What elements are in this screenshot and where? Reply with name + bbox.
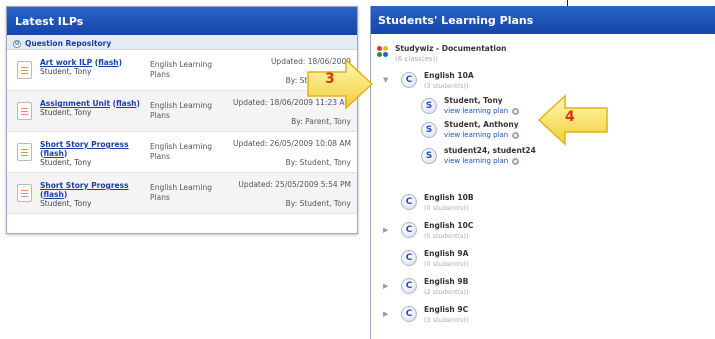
- tree-class-english-9a[interactable]: C English 9A (0 student(s)): [371, 248, 711, 272]
- student-name: Student, Anthony: [444, 120, 519, 129]
- view-learning-plan-label[interactable]: view learning plan: [444, 131, 508, 139]
- ilp-title: Short Story Progress (flash) Student, To…: [40, 140, 140, 167]
- class-count: (0 student(s)): [424, 204, 469, 212]
- ilp-category: English Learning Plans: [150, 142, 213, 161]
- class-count: (3 student(s)): [424, 82, 469, 90]
- class-count: (2 student(s)): [424, 288, 469, 296]
- class-icon: C: [401, 72, 417, 88]
- latest-ilps-panel: Latest ILPs ⊖ Question Repository Art wo…: [6, 6, 358, 234]
- tree-class-english-9c[interactable]: ▶ C English 9C (3 student(s)): [371, 304, 711, 328]
- ilp-category: English Learning Plans: [150, 60, 213, 79]
- class-icon: C: [401, 278, 417, 294]
- question-repository-toggle[interactable]: ⊖ Question Repository: [7, 35, 357, 50]
- ilp-title-link[interactable]: Art work ILP: [40, 58, 92, 67]
- class-name[interactable]: English 10A: [424, 71, 474, 80]
- expand-arrow-icon[interactable]: ▶: [383, 282, 391, 290]
- view-learning-plan-link[interactable]: view learning plan: [444, 131, 520, 139]
- view-learning-plan-label[interactable]: view learning plan: [444, 107, 508, 115]
- ilp-title: Art work ILP (flash) Student, Tony: [40, 58, 140, 76]
- class-name[interactable]: English 9C: [424, 305, 468, 314]
- student-icon: S: [421, 148, 437, 164]
- flash-link[interactable]: flash: [98, 58, 118, 67]
- root-count: (6 class(es)): [395, 55, 438, 63]
- callout-arrow-3: [307, 58, 374, 110]
- class-icon: C: [401, 194, 417, 210]
- collapse-icon[interactable]: ⊖: [13, 39, 21, 48]
- view-learning-plan-link[interactable]: view learning plan: [444, 157, 520, 165]
- ilp-category: English Learning Plans: [150, 101, 213, 120]
- tree-student: S student24, student24 view learning pla…: [371, 146, 711, 170]
- ilp-row: Assignment Unit (flash) Student, Tony En…: [7, 91, 357, 132]
- class-name[interactable]: English 9B: [424, 277, 468, 286]
- ilp-title-link[interactable]: Short Story Progress: [40, 181, 129, 190]
- document-icon: [17, 102, 32, 120]
- ilp-author: Student, Tony: [40, 67, 92, 76]
- flash-link[interactable]: flash: [43, 190, 63, 199]
- expand-arrow-icon[interactable]: ▼: [383, 76, 391, 84]
- class-icon: C: [401, 250, 417, 266]
- tree-class-english-10a[interactable]: ▼ C English 10A (3 student(s)): [371, 70, 711, 94]
- ilp-title: Assignment Unit (flash) Student, Tony: [40, 99, 140, 117]
- expand-arrow-icon[interactable]: ▶: [383, 310, 391, 318]
- ilp-category: English Learning Plans: [150, 183, 213, 202]
- go-arrow-icon[interactable]: [512, 131, 520, 139]
- class-count: (0 student(s)): [424, 260, 469, 268]
- ilp-author: Student, Tony: [40, 199, 92, 208]
- document-icon: [17, 143, 32, 161]
- class-name[interactable]: English 10C: [424, 221, 473, 230]
- callout-number-4: 4: [565, 109, 575, 125]
- class-icon: C: [401, 222, 417, 238]
- students-learning-plans-header: Students' Learning Plans: [371, 6, 715, 34]
- class-name[interactable]: English 9A: [424, 249, 468, 258]
- ilp-updated-by: By: Student, Tony: [285, 158, 351, 167]
- student-name: student24, student24: [444, 146, 536, 155]
- go-arrow-icon[interactable]: [512, 157, 520, 165]
- ilp-author: Student, Tony: [40, 108, 92, 117]
- view-learning-plan-label[interactable]: view learning plan: [444, 157, 508, 165]
- view-learning-plan-link[interactable]: view learning plan: [444, 107, 520, 115]
- flash-link[interactable]: flash: [116, 99, 136, 108]
- class-name[interactable]: English 10B: [424, 193, 474, 202]
- root-name: Studywiz - Documentation: [395, 44, 507, 53]
- studywiz-logo-icon: [377, 46, 389, 58]
- class-icon: C: [401, 306, 417, 322]
- ilp-author: Student, Tony: [40, 158, 92, 167]
- ilp-title-link[interactable]: Short Story Progress: [40, 140, 129, 149]
- class-count: (3 student(s)): [424, 316, 469, 324]
- ilp-row: Short Story Progress (flash) Student, To…: [7, 132, 357, 173]
- students-learning-plans-panel: Students' Learning Plans Studywiz - Docu…: [370, 6, 715, 339]
- flash-link[interactable]: flash: [43, 149, 63, 158]
- ilp-updated-by: By: Parent, Tony: [291, 117, 351, 126]
- expand-arrow-icon[interactable]: ▶: [383, 226, 391, 234]
- ilp-title: Short Story Progress (flash) Student, To…: [40, 181, 140, 208]
- ilp-row: Art work ILP (flash) Student, Tony Engli…: [7, 50, 357, 91]
- class-count: (5 student(s)): [424, 232, 469, 240]
- latest-ilps-header: Latest ILPs: [7, 7, 357, 35]
- student-icon: S: [421, 98, 437, 114]
- ilp-updated: Updated: 26/05/2009 10:08 AM: [232, 139, 351, 148]
- document-icon: [17, 184, 32, 202]
- question-repository-label: Question Repository: [25, 39, 112, 48]
- document-icon: [17, 61, 32, 79]
- ilp-updated-by: By: Student, Tony: [285, 199, 351, 208]
- tree-class-english-10c[interactable]: ▶ C English 10C (5 student(s)): [371, 220, 711, 244]
- ilp-updated: Updated: 25/05/2009 5:54 PM: [238, 180, 351, 189]
- tree-class-english-10b[interactable]: C English 10B (0 student(s)): [371, 192, 711, 216]
- student-icon: S: [421, 122, 437, 138]
- ilp-row: Short Story Progress (flash) Student, To…: [7, 173, 357, 214]
- go-arrow-icon[interactable]: [512, 107, 520, 115]
- callout-number-3: 3: [325, 71, 335, 87]
- tree-class-english-9b[interactable]: ▶ C English 9B (2 student(s)): [371, 276, 711, 300]
- student-name: Student, Tony: [444, 96, 503, 105]
- ilp-title-link[interactable]: Assignment Unit: [40, 99, 110, 108]
